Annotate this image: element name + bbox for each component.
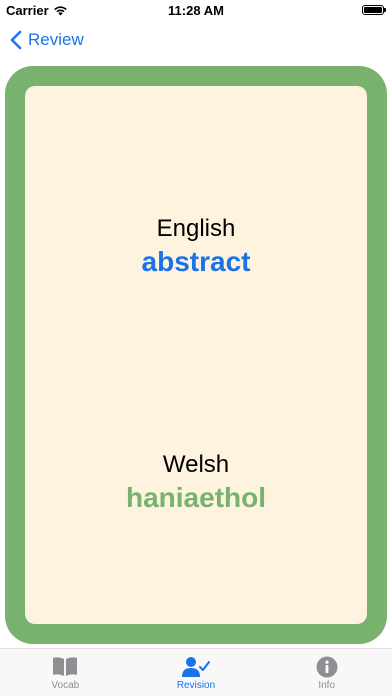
tab-vocab[interactable]: Vocab bbox=[0, 649, 131, 696]
tab-info-label: Info bbox=[318, 680, 336, 691]
tab-bar: Vocab Revision Info bbox=[0, 648, 392, 696]
navigation-bar: Review bbox=[0, 24, 392, 58]
tab-vocab-label: Vocab bbox=[51, 680, 80, 691]
info-icon bbox=[316, 656, 338, 678]
chevron-left-icon bbox=[10, 30, 22, 50]
person-check-icon bbox=[182, 657, 210, 677]
source-language-label: English bbox=[156, 215, 236, 242]
back-button-label: Review bbox=[28, 30, 84, 49]
back-button[interactable]: Review bbox=[10, 30, 84, 50]
battery-icon bbox=[362, 5, 386, 15]
status-time: 11:28 AM bbox=[168, 3, 224, 18]
status-bar: Carrier 11:28 AM bbox=[0, 0, 392, 20]
tab-revision-label: Revision bbox=[176, 680, 216, 691]
flashcard-face: English abstract Welsh haniaethol bbox=[25, 86, 367, 624]
target-section: Welsh haniaethol bbox=[25, 450, 367, 516]
book-icon bbox=[53, 657, 78, 676]
tab-info[interactable]: Info bbox=[261, 649, 392, 696]
source-word: abstract bbox=[141, 246, 251, 277]
source-section: English abstract bbox=[25, 214, 367, 280]
target-language-label: Welsh bbox=[162, 451, 230, 478]
target-word: haniaethol bbox=[125, 482, 266, 513]
tab-revision[interactable]: Revision bbox=[131, 649, 262, 696]
flashcard[interactable]: English abstract Welsh haniaethol bbox=[5, 66, 387, 644]
